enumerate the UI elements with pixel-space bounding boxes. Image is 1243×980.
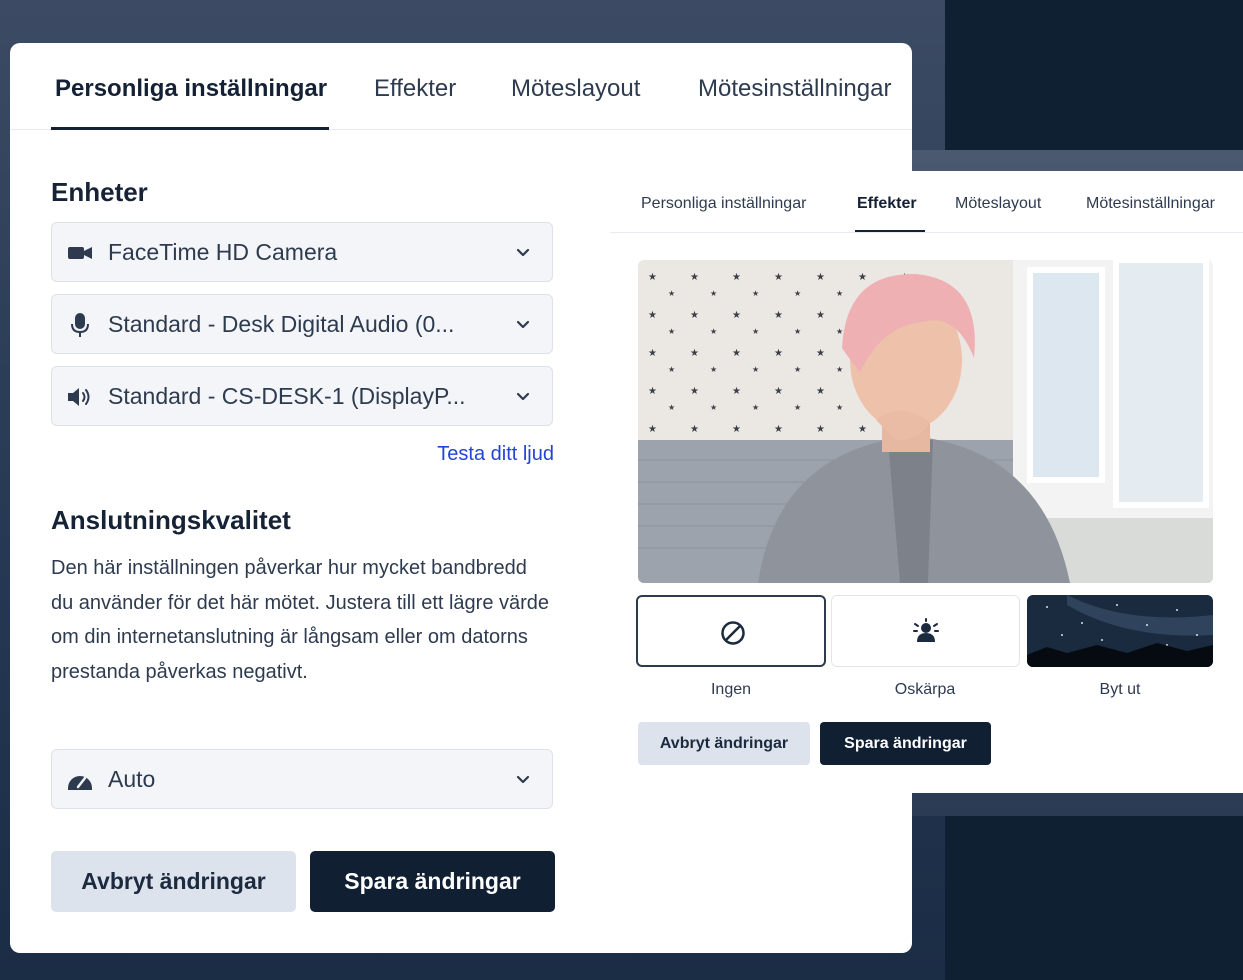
effects-panel: Personliga inställningar Effekter Mötesl… <box>610 171 1243 793</box>
active-tab-indicator <box>855 230 925 232</box>
effect-option-replace[interactable] <box>1027 595 1213 667</box>
background-image <box>1027 595 1213 667</box>
camera-select[interactable]: FaceTime HD Camera <box>51 222 553 282</box>
connection-quality-value: Auto <box>108 766 156 792</box>
tab-effects[interactable]: Effekter <box>374 75 456 103</box>
connection-quality-heading: Anslutningskvalitet <box>51 505 291 535</box>
effect-label-blur: Oskärpa <box>894 681 956 698</box>
tab-meeting-layout[interactable]: Möteslayout <box>955 195 1041 213</box>
active-tab-indicator <box>51 127 329 130</box>
test-audio-link[interactable]: Testa ditt ljud <box>437 443 554 466</box>
cancel-changes-button[interactable]: Avbryt ändringar <box>51 851 296 912</box>
blur-icon <box>913 618 939 642</box>
tab-meeting-settings[interactable]: Mötesinställningar <box>698 75 891 103</box>
speaker-icon <box>68 388 90 406</box>
camera-icon <box>68 247 92 259</box>
camera-preview: ★ ★ <box>638 260 1213 583</box>
connection-quality-select[interactable]: Auto <box>51 749 553 809</box>
speaker-select[interactable]: Standard - CS-DESK-1 (DisplayP... <box>51 366 553 426</box>
chevron-down-icon <box>516 248 530 257</box>
tab-meeting-settings[interactable]: Mötesinställningar <box>1086 195 1215 213</box>
effect-label-replace: Byt ut <box>1099 681 1141 698</box>
save-changes-button[interactable]: Spara ändringar <box>310 851 555 912</box>
microphone-select-value: Standard - Desk Digital Audio (0... <box>108 311 455 337</box>
tab-personal-settings[interactable]: Personliga inställningar <box>641 195 806 213</box>
devices-heading: Enheter <box>51 177 148 207</box>
speedometer-icon <box>68 776 92 790</box>
chevron-down-icon <box>516 320 530 329</box>
microphone-select[interactable]: Standard - Desk Digital Audio (0... <box>51 294 553 354</box>
cancel-changes-button[interactable]: Avbryt ändringar <box>638 722 810 765</box>
camera-select-value: FaceTime HD Camera <box>108 239 338 265</box>
tab-effects[interactable]: Effekter <box>857 195 917 213</box>
save-changes-button[interactable]: Spara ändringar <box>820 722 991 765</box>
chevron-down-icon <box>516 775 530 784</box>
no-effect-icon <box>721 621 745 645</box>
tab-personal-settings[interactable]: Personliga inställningar <box>55 75 327 103</box>
effect-option-none[interactable] <box>636 595 826 667</box>
settings-tabs: Personliga inställningar Effekter Mötesl… <box>10 43 912 130</box>
speaker-select-value: Standard - CS-DESK-1 (DisplayP... <box>108 383 466 409</box>
connection-quality-description: Den här inställningen påverkar hur mycke… <box>51 557 550 683</box>
camera-preview-image: ★ ★ <box>638 260 1213 583</box>
chevron-down-icon <box>516 392 530 401</box>
effect-label-none: Ingen <box>710 681 752 698</box>
effect-option-blur[interactable] <box>831 595 1020 667</box>
microphone-icon <box>71 313 89 337</box>
tab-meeting-layout[interactable]: Möteslayout <box>511 75 640 103</box>
effects-panel-tabs: Personliga inställningar Effekter Mötesl… <box>610 171 1243 233</box>
